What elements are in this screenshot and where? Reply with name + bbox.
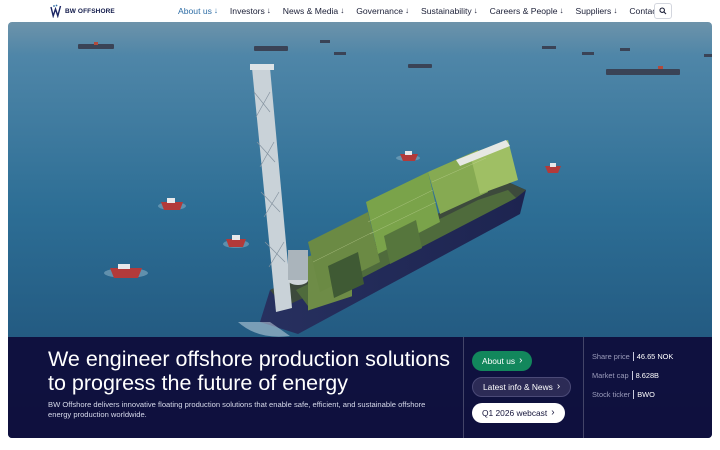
nav-label: Suppliers	[575, 6, 612, 16]
q1-webcast-button[interactable]: Q1 2026 webcast ›	[472, 403, 565, 423]
nav-suppliers[interactable]: Suppliers ↓	[576, 6, 618, 16]
search-icon	[659, 7, 667, 15]
stock-ticker-value: BWO	[637, 390, 655, 399]
button-label: About us	[482, 356, 516, 366]
about-us-button[interactable]: About us ›	[472, 351, 533, 371]
nav-about-us[interactable]: About us ↓	[178, 6, 218, 16]
arrow-down-icon: ↓	[266, 6, 271, 15]
search-button[interactable]	[654, 3, 672, 19]
separator	[633, 390, 635, 399]
bw-offshore-logo[interactable]: BW OFFSHORE	[50, 3, 115, 19]
separator	[631, 371, 633, 380]
logo-mark-icon	[50, 4, 62, 18]
arrow-down-icon: ↓	[473, 6, 478, 15]
separator	[632, 352, 634, 361]
chevron-right-icon: ›	[556, 381, 561, 392]
stock-ticker: Stock ticker BWO	[592, 390, 655, 399]
market-cap: Market cap 8.628B	[592, 371, 659, 380]
stock-ticker-label: Stock ticker	[592, 390, 631, 399]
hero-headline: We engineer offshore production solution…	[48, 347, 450, 395]
chevron-right-icon: ›	[551, 407, 555, 418]
arrow-down-icon: ↓	[213, 6, 218, 15]
share-price-value: 46.65 NOK	[636, 352, 674, 361]
nav-news-media[interactable]: News & Media ↓	[283, 6, 344, 16]
nav-governance[interactable]: Governance ↓	[356, 6, 409, 16]
arrow-down-icon: ↓	[340, 6, 345, 15]
nav-label: About us	[178, 6, 212, 16]
latest-info-news-button[interactable]: Latest info & News ›	[472, 377, 572, 397]
arrow-down-icon: ↓	[559, 6, 564, 15]
nav-careers-people[interactable]: Careers & People ↓	[490, 6, 564, 16]
nav-label: Sustainability	[421, 6, 472, 16]
nav-label: News & Media	[282, 6, 339, 16]
nav-sustainability[interactable]: Sustainability ↓	[421, 6, 478, 16]
hero-overlay-panel: We engineer offshore production solution…	[8, 337, 712, 438]
market-cap-label: Market cap	[592, 371, 629, 380]
chevron-right-icon: ›	[519, 355, 523, 366]
main-nav: About us ↓ Investors ↓ News & Media ↓ Go…	[178, 0, 669, 22]
nav-label: Investors	[229, 6, 265, 16]
market-cap-value: 8.628B	[635, 371, 659, 380]
hero-section: We engineer offshore production solution…	[8, 22, 712, 438]
logo-text: BW OFFSHORE	[65, 7, 115, 15]
nav-label: Careers & People	[489, 6, 558, 16]
arrow-down-icon: ↓	[613, 6, 618, 15]
share-price-label: Share price	[592, 352, 630, 361]
arrow-down-icon: ↓	[405, 6, 410, 15]
nav-investors[interactable]: Investors ↓	[230, 6, 271, 16]
share-price: Share price 46.65 NOK	[592, 352, 673, 361]
divider	[463, 337, 464, 438]
hero-description: BW Offshore delivers innovative floating…	[48, 400, 426, 419]
button-label: Latest info & News	[483, 382, 553, 392]
button-label: Q1 2026 webcast	[482, 408, 548, 418]
divider	[583, 337, 584, 438]
site-header: BW OFFSHORE About us ↓ Investors ↓ News …	[0, 0, 720, 22]
nav-label: Governance	[356, 6, 404, 16]
